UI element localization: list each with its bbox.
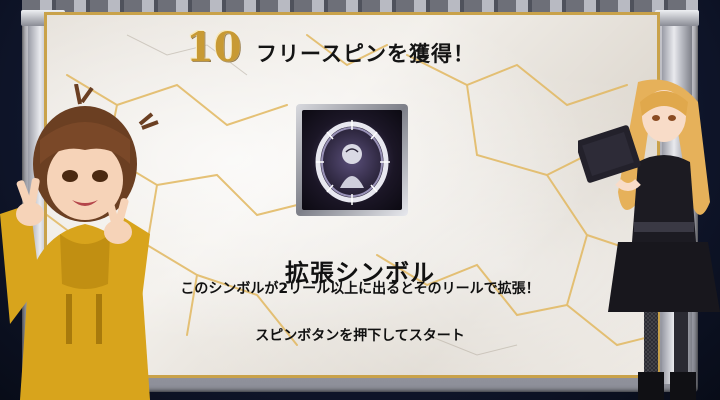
right-pillar-cap [655, 10, 699, 26]
symbol-art [315, 120, 390, 205]
character-illustration [578, 79, 720, 400]
expanding-symbol-icon [296, 104, 408, 216]
free-spins-count: 10 [186, 24, 242, 71]
free-spins-title: フリースピンを獲得！ [256, 42, 475, 66]
streamer-avatar [0, 84, 159, 400]
